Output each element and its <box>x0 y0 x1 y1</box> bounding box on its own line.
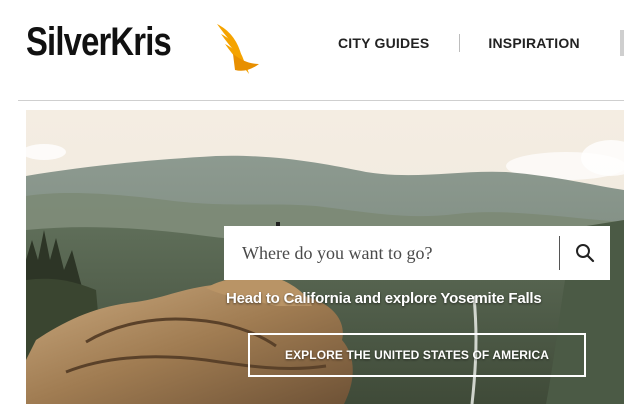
singapore-girl-bird-icon <box>217 24 259 74</box>
nav-item-city-guides[interactable]: CITY GUIDES <box>338 35 429 51</box>
site-header: SilverKris CITY GUIDES INSPIRATION <box>0 0 624 100</box>
search-input[interactable] <box>224 226 559 280</box>
nav-overflow-edge <box>620 30 624 56</box>
logo-wordmark[interactable]: SilverKris <box>26 20 172 65</box>
site-logo[interactable]: SilverKris <box>26 6 259 78</box>
header-divider <box>18 100 624 101</box>
main-nav: CITY GUIDES INSPIRATION <box>338 34 580 52</box>
hero-tagline: Head to California and explore Yosemite … <box>226 290 542 307</box>
nav-divider <box>459 34 461 52</box>
search-icon <box>576 244 595 263</box>
nav-item-inspiration[interactable]: INSPIRATION <box>488 35 579 51</box>
destination-search <box>224 226 610 280</box>
search-button[interactable] <box>560 226 610 280</box>
explore-destination-button[interactable]: EXPLORE THE UNITED STATES OF AMERICA <box>248 333 586 377</box>
